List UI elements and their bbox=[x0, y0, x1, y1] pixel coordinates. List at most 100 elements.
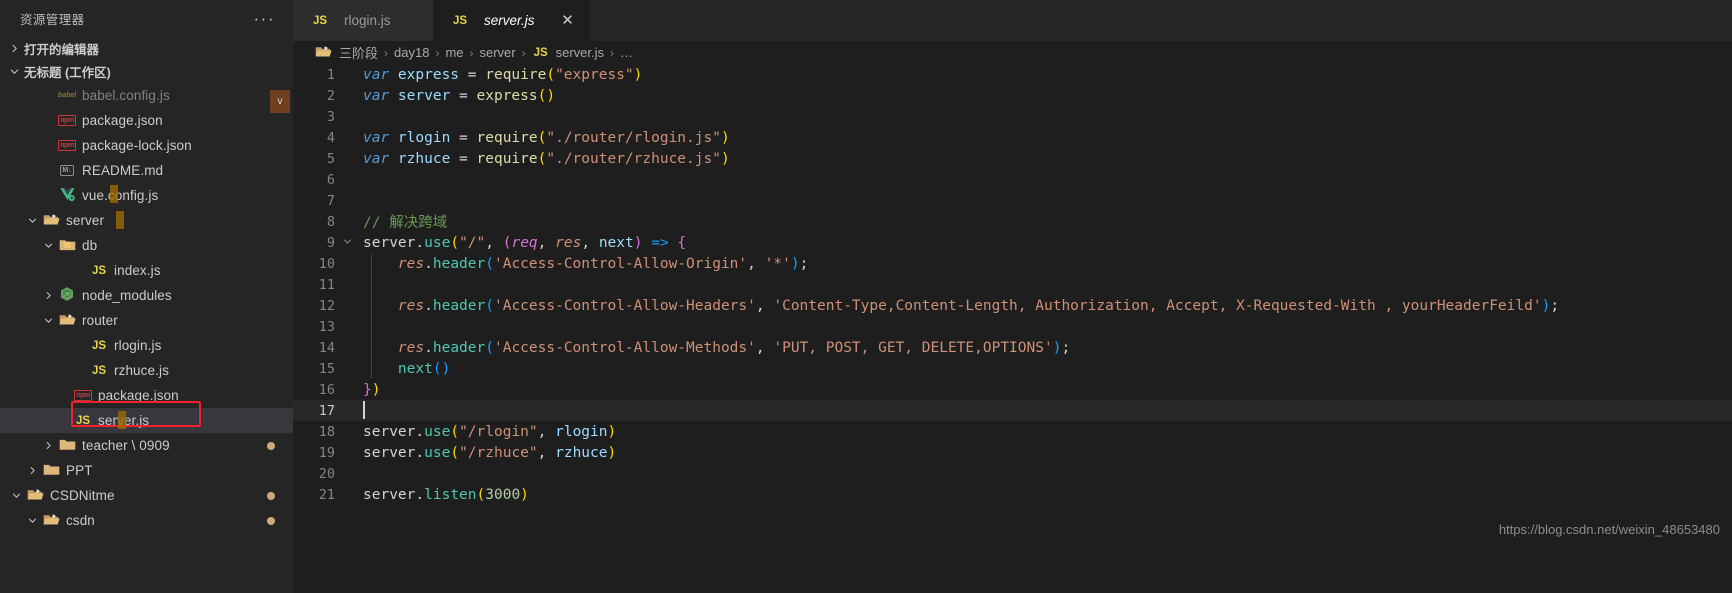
code-editor[interactable]: 1 var express = require("express") 2 var se… bbox=[293, 64, 1732, 593]
tree-file-row[interactable]: JSserver.js bbox=[0, 408, 293, 433]
tree-file-row[interactable]: babel babel.config.js bbox=[0, 83, 293, 108]
unsaved-indicator bbox=[267, 441, 275, 450]
code-line[interactable]: 21 server.listen(3000) bbox=[293, 484, 1732, 505]
npm-file-icon: npm bbox=[74, 390, 92, 401]
tree-folder-row[interactable]: csdn bbox=[0, 508, 293, 533]
code-token: ( bbox=[432, 360, 442, 377]
breadcrumb-item[interactable]: JS server.js bbox=[532, 42, 604, 64]
tree-file-row[interactable]: npm package.json bbox=[0, 108, 293, 133]
editor-tabbar: JS rlogin.js JS server.js ✕ bbox=[293, 0, 1732, 41]
tree-item-label: teacher \ 0909 bbox=[82, 438, 170, 453]
code-token: "express" bbox=[555, 66, 634, 83]
code-line[interactable]: 17 bbox=[293, 400, 1732, 421]
tree-item-label: rlogin.js bbox=[114, 338, 162, 353]
tree-folder-row[interactable]: teacher \ 0909 bbox=[0, 433, 293, 458]
line-number: 3 bbox=[326, 108, 335, 125]
tree-folder-row[interactable]: db bbox=[0, 233, 293, 258]
code-line[interactable]: 18 server.use("/rlogin", rlogin) bbox=[293, 421, 1732, 442]
code-line[interactable]: 15 next() bbox=[293, 358, 1732, 379]
tree-file-row[interactable]: npm package.json bbox=[0, 383, 293, 408]
tree-folder-row[interactable]: CSDNitme bbox=[0, 483, 293, 508]
folder-icon bbox=[40, 460, 62, 482]
code-token: ) bbox=[371, 381, 381, 398]
code-line[interactable]: 5 var rzhuce = require("./router/rzhuce.j… bbox=[293, 148, 1732, 169]
code-line[interactable]: 7 bbox=[293, 190, 1732, 211]
line-number: 12 bbox=[318, 297, 335, 314]
breadcrumb-item[interactable]: me bbox=[445, 45, 463, 60]
breadcrumb-label: server bbox=[479, 45, 516, 60]
code-line[interactable]: 14 res.header('Access-Control-Allow-Meth… bbox=[293, 337, 1732, 358]
more-actions-icon[interactable]: ··· bbox=[254, 10, 283, 27]
breadcrumb-label: day18 bbox=[394, 45, 430, 60]
tree-item-label: db bbox=[82, 238, 98, 253]
line-number: 16 bbox=[318, 381, 335, 398]
code-line[interactable]: 10 res.header('Access-Control-Allow-Orig… bbox=[293, 253, 1732, 274]
close-icon[interactable]: ✕ bbox=[560, 13, 576, 28]
line-number: 4 bbox=[326, 129, 335, 146]
scrollbar-match-badge: v bbox=[270, 90, 290, 113]
folder-open-icon bbox=[40, 210, 62, 232]
tree-file-row[interactable]: JS rzhuce.js bbox=[0, 358, 293, 383]
chevron-down-icon bbox=[40, 313, 56, 329]
code-line[interactable]: 13 bbox=[293, 316, 1732, 337]
code-token: res bbox=[397, 297, 425, 314]
code-token: ( bbox=[450, 444, 460, 461]
tree-file-row[interactable]: npm package-lock.json bbox=[0, 133, 293, 158]
code-line[interactable]: 19 server.use("/rzhuce", rzhuce) bbox=[293, 442, 1732, 463]
tree-folder-row[interactable]: PPT bbox=[0, 458, 293, 483]
breadcrumb-item[interactable]: 三阶段 bbox=[339, 43, 378, 62]
code-token: header bbox=[432, 339, 486, 356]
editor-tab[interactable]: JS server.js ✕ bbox=[433, 0, 590, 41]
vscode-window: 资源管理器 ··· 打开的编辑器 无标题 (工作区) babel babel.co… bbox=[0, 0, 1732, 593]
code-line[interactable]: 3 bbox=[293, 106, 1732, 127]
breadcrumb-item[interactable]: server bbox=[480, 45, 516, 60]
code-line[interactable]: 9 server.use("/", (req, res, next) => { bbox=[293, 232, 1732, 253]
code-token: 'Access-Control-Allow-Methods' bbox=[493, 339, 756, 356]
section-workspace[interactable]: 无标题 (工作区) bbox=[0, 60, 293, 83]
code-token: 'PUT, POST, GET, DELETE,OPTIONS' bbox=[773, 339, 1053, 356]
tree-file-row[interactable]: JS rlogin.js bbox=[0, 333, 293, 358]
indent-guide bbox=[371, 337, 372, 358]
tree-item-label: rzhuce.js bbox=[114, 363, 169, 378]
tree-item-label: PPT bbox=[66, 463, 93, 478]
editor-tab[interactable]: JS rlogin.js bbox=[293, 0, 433, 41]
code-line[interactable]: 6 bbox=[293, 169, 1732, 190]
code-line[interactable]: 11 bbox=[293, 274, 1732, 295]
code-token: listen bbox=[424, 486, 477, 503]
line-number: 1 bbox=[326, 66, 335, 83]
code-line[interactable]: 16}) bbox=[293, 379, 1732, 400]
code-line-text: var server = express() bbox=[355, 88, 555, 104]
tree-file-row[interactable]: M↓ README.md bbox=[0, 158, 293, 183]
tree-folder-row[interactable]: JS node_modules bbox=[0, 283, 293, 308]
npm-file-icon: npm bbox=[58, 115, 76, 126]
section-open-editors[interactable]: 打开的编辑器 bbox=[0, 37, 293, 60]
tree-file-row[interactable]: JS index.js bbox=[0, 258, 293, 283]
code-token: 'Content-Type,Content-Length, Authorizat… bbox=[773, 297, 1542, 314]
code-token: server bbox=[363, 423, 416, 440]
code-token: , bbox=[537, 423, 556, 440]
code-token: . bbox=[424, 339, 433, 356]
code-line[interactable]: 2 var server = express() bbox=[293, 85, 1732, 106]
code-line[interactable]: 12 res.header('Access-Control-Allow-Head… bbox=[293, 295, 1732, 316]
breadcrumb-item[interactable]: … bbox=[620, 45, 633, 60]
code-line[interactable]: 1 var express = require("express") bbox=[293, 64, 1732, 85]
line-number: 19 bbox=[318, 444, 335, 461]
tree-folder-row[interactable]: server bbox=[0, 208, 293, 233]
folder-icon bbox=[56, 435, 78, 457]
breadcrumb-item[interactable]: day18 bbox=[394, 45, 429, 60]
tree-folder-row[interactable]: router bbox=[0, 308, 293, 333]
code-line[interactable]: 8 // 解决跨域 bbox=[293, 211, 1732, 232]
tree-file-row[interactable]: vue.config.js bbox=[0, 183, 293, 208]
code-line[interactable]: 20 bbox=[293, 463, 1732, 484]
fold-chevron-icon[interactable] bbox=[341, 237, 353, 249]
code-line[interactable]: 4 var rlogin = require("./router/rlogin.j… bbox=[293, 127, 1732, 148]
code-token: req bbox=[511, 234, 538, 251]
code-token: server bbox=[363, 444, 416, 461]
